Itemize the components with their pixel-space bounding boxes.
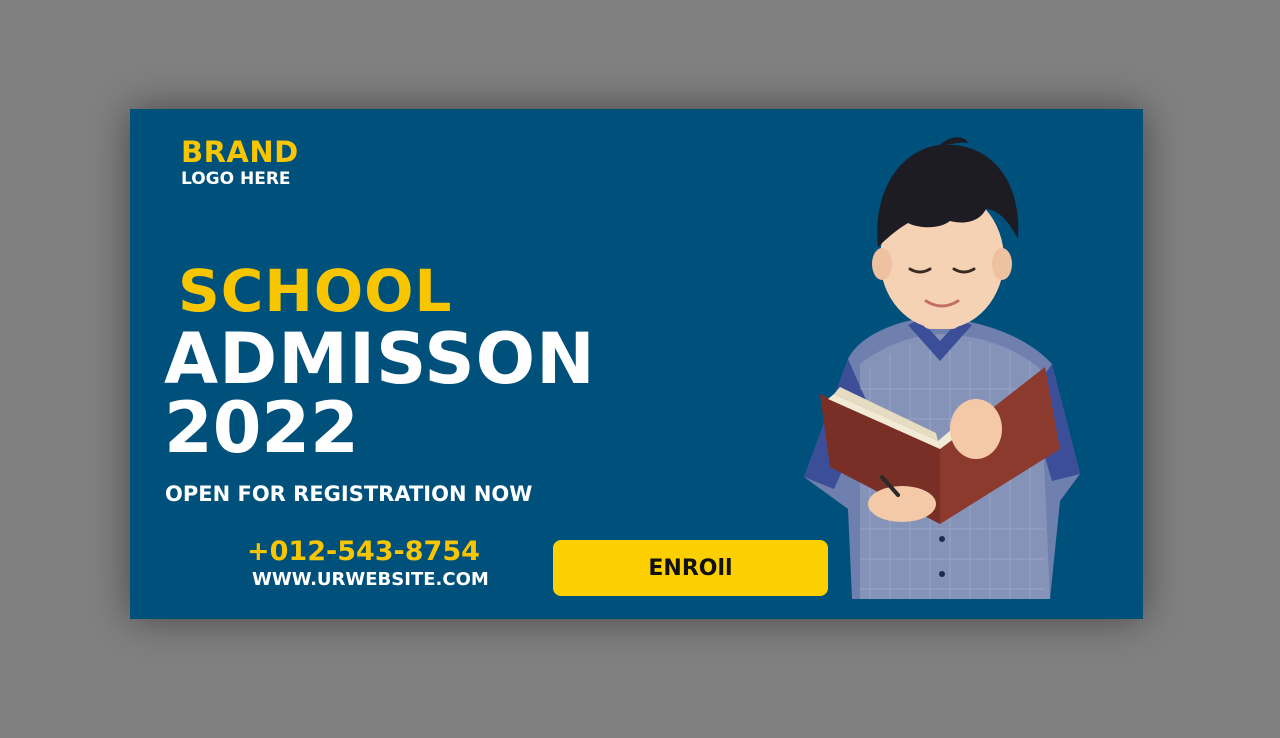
headline-school: SCHOOL [178, 257, 453, 325]
headline-year: 2022 [164, 387, 359, 469]
logo-placeholder-text: LOGO HERE [181, 169, 291, 189]
canvas: BRAND LOGO HERE SCHOOL ADMISSON 2022 OPE… [0, 0, 1280, 738]
website-url: WWW.URWEBSITE.COM [252, 569, 489, 590]
admission-banner: BRAND LOGO HERE SCHOOL ADMISSON 2022 OPE… [130, 109, 1143, 619]
brand-name: BRAND [181, 135, 299, 169]
boy-reading-book-photo [804, 137, 1080, 599]
headline-admission: ADMISSON [164, 318, 596, 400]
enroll-button[interactable]: ENROll [553, 540, 828, 596]
registration-tagline: OPEN FOR REGISTRATION NOW [165, 482, 533, 506]
phone-number: +012-543-8754 [247, 536, 480, 567]
